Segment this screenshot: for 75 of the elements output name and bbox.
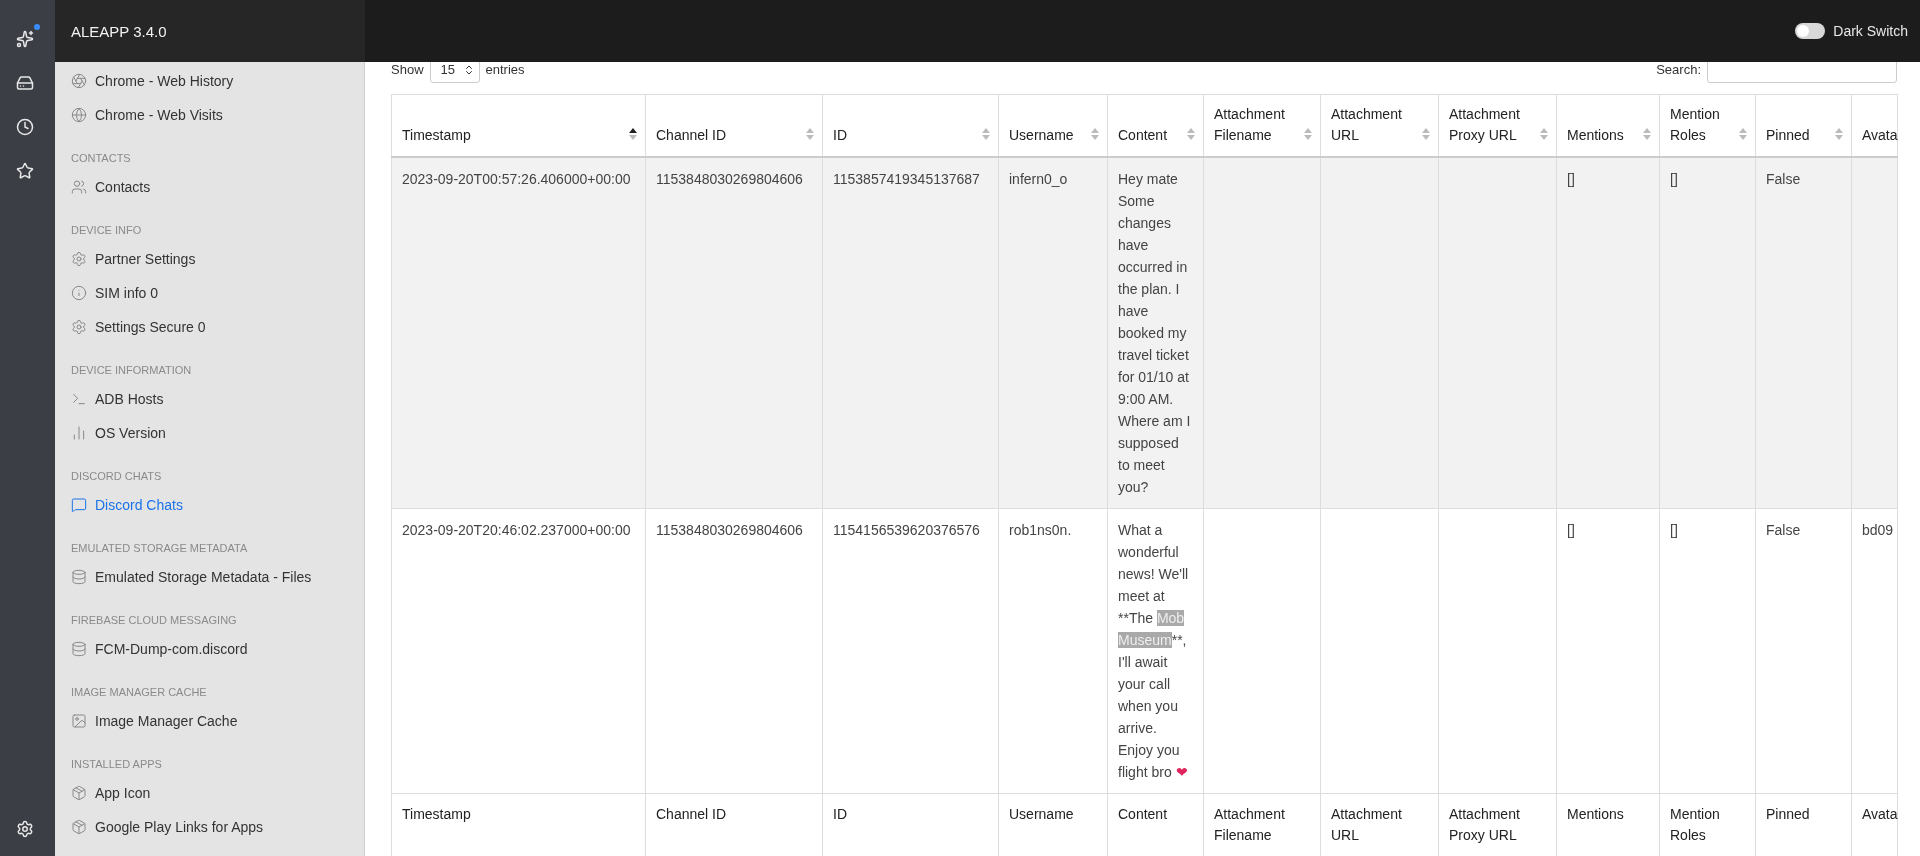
database-icon <box>71 569 87 585</box>
sidebar-item[interactable]: Partner Settings <box>71 242 364 276</box>
sidebar-item[interactable]: ADB Hosts <box>71 382 364 416</box>
footer-header: Attachment Proxy URL <box>1438 793 1557 856</box>
footer-header: Timestamp <box>391 793 646 856</box>
message-cell: What a wonderful news! We'll meet at **The Mob Museum**, I'll await your call when you arrive. Enjoy you flight bro ❤ <box>1107 508 1204 794</box>
table-cell: [] <box>1659 508 1756 794</box>
sidebar-section-title: INSTALLED APPS <box>71 758 163 770</box>
table-cell: rob1ns0n. <box>998 508 1108 794</box>
sidebar-item[interactable]: App Icon <box>71 776 364 810</box>
sidebar-section-title: FIREBASE CLOUD MESSAGING <box>71 614 238 626</box>
sidebar-item[interactable]: Emulated Storage Metadata - Files <box>71 560 364 594</box>
table-cell: 2023-09-20T00:57:26.406000+00:00 <box>391 157 646 509</box>
box-icon <box>71 819 87 835</box>
aperture-icon <box>71 73 87 89</box>
sidebar-item[interactable]: Chrome - Web History <box>71 64 364 98</box>
table-cell: False <box>1755 508 1852 794</box>
sidebar-item[interactable]: Chrome - Web Visits <box>71 98 364 132</box>
database-icon <box>71 641 87 657</box>
settings-icon <box>71 319 87 335</box>
show-label: Show <box>391 62 424 78</box>
table-cell: infern0_o <box>998 157 1108 509</box>
sidebar-section-title: DEVICE INFO <box>71 224 143 236</box>
sidebar-item[interactable]: SIM info 0 <box>71 276 364 310</box>
sidebar-section-title: IMAGE MANAGER CACHE <box>71 686 208 698</box>
app-title: ALEAPP 3.4.0 <box>55 0 365 62</box>
table-cell: 1154156539620376576 <box>822 508 999 794</box>
sidebar-item[interactable]: OS Version <box>71 416 364 450</box>
footer-header: Attachment URL <box>1320 793 1439 856</box>
footer-header: Avata <box>1851 793 1898 856</box>
table-cell: 1153857419345137687 <box>822 157 999 509</box>
sidebar-item[interactable]: Image Manager Cache <box>71 704 364 738</box>
table-cell: [] <box>1556 508 1660 794</box>
bar-chart-icon <box>71 425 87 441</box>
sidebar-item[interactable]: Contacts <box>71 170 364 204</box>
footer-header: Username <box>998 793 1108 856</box>
footer-header: Content <box>1107 793 1204 856</box>
table-cell: False <box>1755 157 1852 509</box>
chat-icon <box>71 497 87 513</box>
footer-header: Channel ID <box>645 793 823 856</box>
table-cell: 1153848030269804606 <box>645 508 823 794</box>
table-cell: [] <box>1659 157 1756 509</box>
settings-icon <box>71 251 87 267</box>
terminal-icon <box>71 391 87 407</box>
search-label: Search: <box>1656 62 1701 78</box>
info-icon <box>71 285 87 301</box>
sidebar-item[interactable]: Settings Secure 0 <box>71 310 364 344</box>
page-size-select[interactable]: 15 <box>429 62 480 83</box>
table-cell: 2023-09-20T20:46:02.237000+00:00 <box>391 508 646 794</box>
message-cell: Hey mate Some changes have occurred in the plan. I have booked my travel ticket for 01/10 at 9:00 AM. Where am I supposed to meet you? <box>1107 157 1204 509</box>
sort-icon[interactable] <box>629 128 637 140</box>
sidebar-section-title: DISCORD CHATS <box>71 470 163 482</box>
table-cell: 1153848030269804606 <box>645 157 823 509</box>
table-cell: [] <box>1556 157 1660 509</box>
dark-switch-label: Dark Switch <box>1833 23 1908 39</box>
globe-icon <box>71 107 87 123</box>
sidebar-section-title: DEVICE INFORMATION <box>71 364 193 376</box>
sidebar-item[interactable]: Google Play Links for Apps <box>71 810 364 844</box>
entries-label: entries <box>485 62 525 78</box>
sidebar-section-title: CONTACTS <box>71 152 132 164</box>
footer-header: Attachment Filename <box>1203 793 1321 856</box>
footer-header: Pinned <box>1755 793 1852 856</box>
sidebar-item[interactable]: Discord Chats <box>71 488 364 522</box>
sidebar-section-title: EMULATED STORAGE METADATA <box>71 542 249 554</box>
box-icon <box>71 785 87 801</box>
sparkles-icon[interactable] <box>15 24 40 48</box>
image-icon <box>71 713 87 729</box>
dark-switch-toggle[interactable] <box>1795 23 1826 39</box>
search-field[interactable] <box>1707 62 1897 83</box>
table-cell: bd09 <box>1851 508 1898 794</box>
footer-header: ID <box>822 793 999 856</box>
users-icon <box>71 179 87 195</box>
footer-header: Mentions <box>1556 793 1660 856</box>
sidebar-item[interactable]: FCM-Dump-com.discord <box>71 632 364 666</box>
footer-header: Mention Roles <box>1659 793 1756 856</box>
